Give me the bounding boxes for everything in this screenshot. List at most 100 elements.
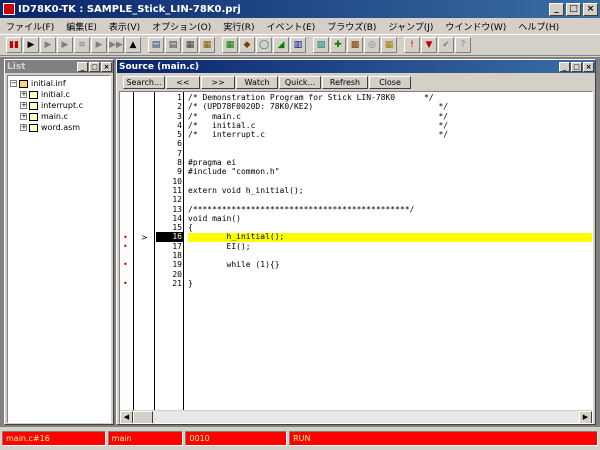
breakpoint-marker-icon[interactable]: • [123, 233, 128, 242]
alert-icon[interactable]: ! [404, 37, 420, 53]
expand-icon[interactable]: + [20, 102, 27, 109]
breakpoint-marker-icon[interactable]: • [123, 242, 128, 251]
event-icon[interactable]: ✚ [330, 37, 346, 53]
tree-item-label: main.c [41, 112, 68, 121]
timer-icon[interactable]: ◎ [364, 37, 380, 53]
scroll-left-icon[interactable]: ◀ [120, 411, 133, 423]
quick-watch-icon[interactable]: ◢ [273, 37, 289, 53]
sfr-icon[interactable]: ▦ [222, 37, 238, 53]
close-button[interactable]: × [583, 2, 598, 16]
source-code-view[interactable]: 1 2 3 4 5 6 7 8 9 10 11 12 13 14 15 16 17 18 19 20 21 /* Dem… [119, 91, 593, 424]
source-maximize-button[interactable]: □ [571, 61, 582, 72]
stop-icon[interactable]: ▮▮ [6, 37, 22, 53]
source-icon[interactable]: ▤ [148, 37, 164, 53]
search-button[interactable]: Search... [123, 76, 165, 89]
list-minimize-button[interactable]: _ [77, 61, 88, 72]
code-line[interactable]: void main() [188, 214, 588, 223]
close-source-button[interactable]: Close [369, 76, 411, 89]
code-line[interactable]: while (1){} [188, 260, 588, 269]
menu-item[interactable]: イベント(E) [261, 20, 322, 33]
refresh-button[interactable]: Refresh [322, 76, 368, 89]
code-line[interactable]: /* interrupt.c */ [188, 130, 588, 139]
breakpoint-marker-icon[interactable]: • [123, 279, 128, 288]
code-line[interactable]: { [188, 223, 588, 232]
quick-watch-button[interactable]: Quick... [279, 76, 321, 89]
console-icon[interactable]: ▦ [381, 37, 397, 53]
code-line[interactable]: /* Demonstration Program for Stick LIN-7… [188, 93, 588, 102]
menu-item[interactable]: ブラウズ(B) [321, 20, 382, 33]
title-bar[interactable]: ID78K0-TK : SAMPLE_Stick_LIN-78K0.prj _ … [0, 0, 600, 18]
list-maximize-button[interactable]: □ [89, 61, 100, 72]
register-icon[interactable]: ▦ [199, 37, 215, 53]
expand-icon[interactable]: + [20, 113, 27, 120]
horizontal-scrollbar[interactable]: ◀ ▶ [120, 410, 592, 423]
menu-item[interactable]: 表示(V) [103, 20, 146, 33]
code-line[interactable]: #pragma ei [188, 158, 588, 167]
line-number: 19 [172, 260, 182, 270]
source-window-titlebar[interactable]: Source (main.c) _ □ × [117, 60, 595, 73]
assemble-icon[interactable]: ▤ [165, 37, 181, 53]
code-line[interactable]: EI(); [188, 242, 588, 251]
next-button[interactable]: >> [201, 76, 235, 89]
code-line[interactable] [188, 139, 588, 148]
tree-item[interactable]: + word.asm [10, 122, 108, 133]
window-title: ID78K0-TK : SAMPLE_Stick_LIN-78K0.prj [18, 3, 241, 15]
go-icon[interactable]: ▶ [40, 37, 56, 53]
scroll-track[interactable] [153, 411, 579, 423]
expand-icon[interactable]: + [20, 124, 27, 131]
code-line[interactable] [188, 149, 588, 158]
code-line[interactable]: /* (UPD78F0020D: 78K0/KE2) */ [188, 102, 588, 111]
menu-item[interactable]: オプション(O) [146, 20, 217, 33]
memory-icon[interactable]: ▦ [182, 37, 198, 53]
menu-item[interactable]: ジャンプ(J) [382, 20, 439, 33]
list-close-button[interactable]: × [101, 61, 112, 72]
trace-icon[interactable]: ▧ [313, 37, 329, 53]
tree-item[interactable]: + main.c [10, 111, 108, 122]
step-over-icon[interactable]: ▶ [91, 37, 107, 53]
return-icon[interactable]: ▶▶ [108, 37, 124, 53]
eject-icon[interactable]: ▲ [125, 37, 141, 53]
watch-icon[interactable]: ◯ [256, 37, 272, 53]
code-line[interactable] [188, 177, 588, 186]
step-in-icon[interactable]: ≡ [74, 37, 90, 53]
minimize-button[interactable]: _ [549, 2, 564, 16]
menu-item[interactable]: ヘルプ(H) [512, 20, 565, 33]
code-line[interactable] [188, 270, 588, 279]
scroll-right-icon[interactable]: ▶ [579, 411, 592, 423]
menu-item[interactable]: ウインドウ(W) [439, 20, 512, 33]
stack-icon[interactable]: ▥ [290, 37, 306, 53]
menu-item[interactable]: ファイル(F) [0, 20, 60, 33]
watch-button[interactable]: Watch [236, 76, 278, 89]
menu-item[interactable]: 実行(R) [217, 20, 260, 33]
check-icon[interactable]: ✔ [438, 37, 454, 53]
breakpoint-icon[interactable]: ▩ [347, 37, 363, 53]
code-line[interactable]: /* initial.c */ [188, 121, 588, 130]
tree-item[interactable]: + interrupt.c [10, 100, 108, 111]
code-line[interactable]: #include "common.h" [188, 167, 588, 176]
expand-icon[interactable]: + [20, 91, 27, 98]
code-line[interactable] [188, 251, 588, 260]
code-line[interactable]: h_initial(); [188, 232, 588, 241]
code-line[interactable] [188, 195, 588, 204]
menu-item[interactable]: 編集(E) [60, 20, 103, 33]
code-line[interactable]: /* main.c */ [188, 112, 588, 121]
list-window-titlebar[interactable]: List _ □ × [5, 60, 113, 73]
maximize-button[interactable]: □ [566, 2, 581, 16]
collapse-icon[interactable]: − [10, 80, 17, 87]
down-triangle-icon[interactable]: ▼ [421, 37, 437, 53]
code-line[interactable]: } [188, 279, 588, 288]
scroll-thumb[interactable] [133, 411, 153, 423]
prev-button[interactable]: << [166, 76, 200, 89]
local-var-icon[interactable]: ◆ [239, 37, 255, 53]
go-restart-icon[interactable]: ▶ [57, 37, 73, 53]
tree-item[interactable]: − initial.inf [10, 78, 108, 89]
code-line[interactable]: /***************************************… [188, 205, 588, 214]
source-minimize-button[interactable]: _ [559, 61, 570, 72]
source-close-button[interactable]: × [583, 61, 594, 72]
breakpoint-marker-icon[interactable]: • [123, 260, 128, 269]
code-line[interactable]: extern void h_initial(); [188, 186, 588, 195]
run-icon[interactable]: ▶ [23, 37, 39, 53]
tree-item[interactable]: + initial.c [10, 89, 108, 100]
file-tree: − initial.inf + initial.c + interrupt.c + main.… [7, 75, 111, 423]
help-icon[interactable]: ? [455, 37, 471, 53]
